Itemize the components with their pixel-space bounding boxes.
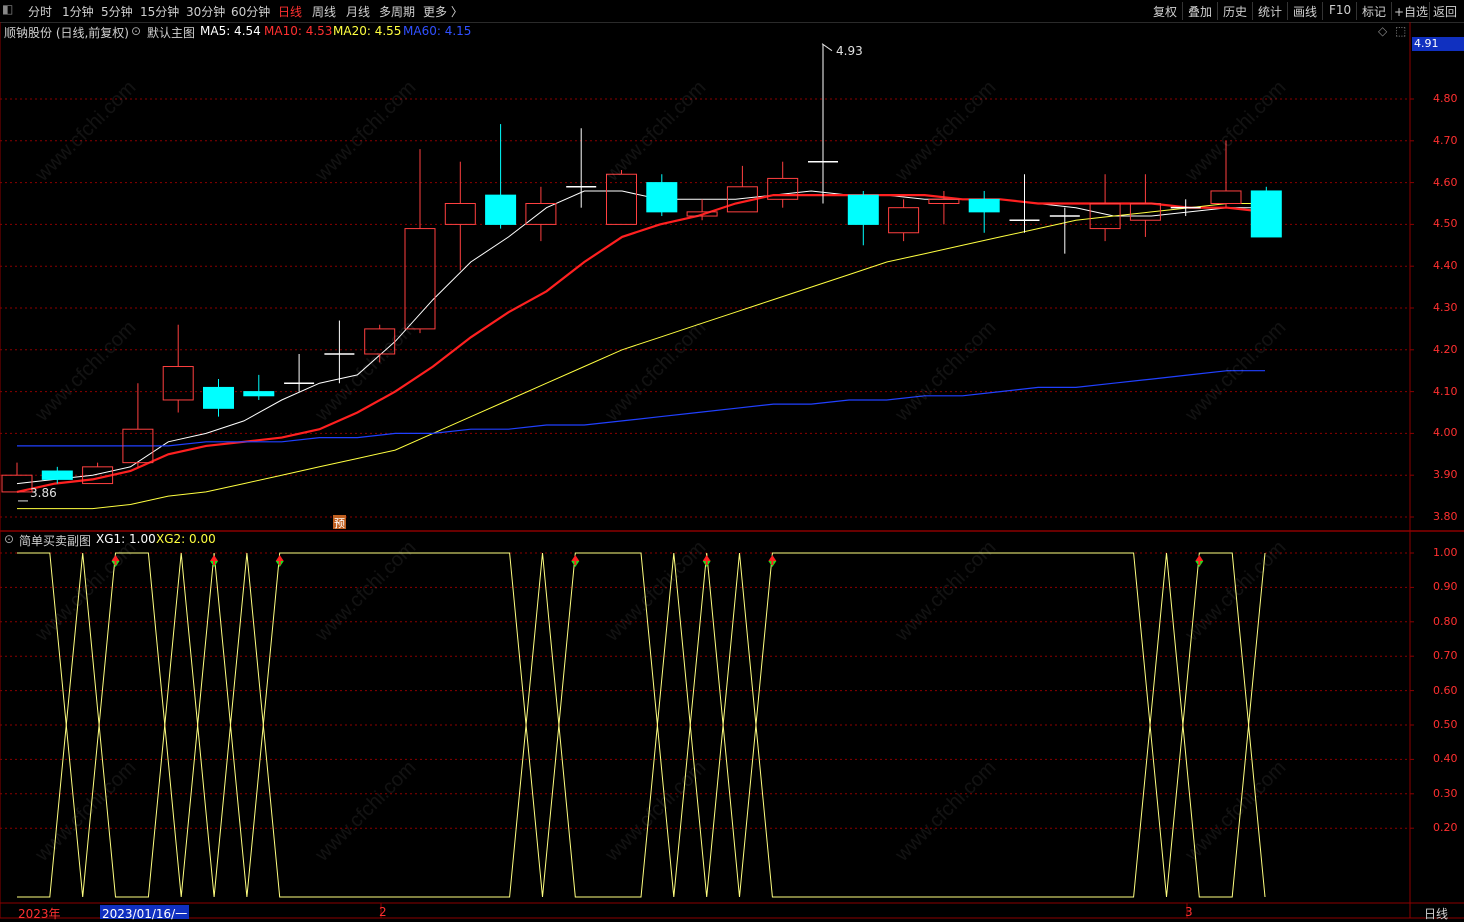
ma10-label: MA10: 4.53 (264, 24, 333, 38)
candle-body (968, 198, 1000, 213)
candle-body (847, 194, 879, 225)
buy-arrow (702, 555, 711, 565)
candle (1250, 186, 1282, 238)
sub-tick-label: 0.40 (1433, 752, 1458, 766)
candle-body (485, 194, 517, 225)
xg2-label: XG2: 0.00 (156, 532, 216, 546)
chart-name[interactable]: 默认主图 (147, 24, 195, 41)
candle (606, 170, 637, 225)
price-tick-label: 4.00 (1433, 426, 1458, 440)
candle-body (606, 173, 637, 225)
candle-body (928, 198, 960, 205)
grid-layer (0, 22, 1464, 919)
candle (203, 379, 234, 417)
candle-body (525, 203, 557, 225)
candle-body (1250, 190, 1282, 238)
candle (1129, 174, 1161, 237)
candle (364, 324, 396, 363)
buy-arrow (275, 555, 284, 565)
price-tick-label: 4.30 (1433, 301, 1458, 314)
current-price-tag: 4.91 (1412, 37, 1464, 51)
price-tick-label: 4.70 (1433, 133, 1458, 147)
price-tick-label: 4.40 (1433, 259, 1458, 273)
ma20-line (17, 203, 1265, 510)
candle (1049, 207, 1080, 254)
sub-tick-label: 0.30 (1433, 786, 1458, 800)
candle (968, 190, 1000, 233)
ma5-line (16, 190, 1265, 485)
diamond-icon[interactable]: ◇ (1378, 24, 1387, 38)
candle (324, 320, 355, 384)
candle (1, 462, 33, 493)
sub-tick-label: 0.90 (1433, 580, 1458, 594)
price-tick-label: 4.60 (1433, 175, 1458, 189)
candle (767, 161, 799, 208)
buy-arrow (571, 555, 580, 565)
sub-tick-label: 1.00 (1433, 546, 1458, 559)
candle-body (646, 182, 678, 213)
ma20-label: MA20: 4.55 (333, 24, 402, 38)
month-label: 3 (1185, 905, 1193, 919)
sub-tick-label: 0.80 (1433, 614, 1458, 628)
candle-body (888, 207, 920, 234)
candle (566, 128, 597, 208)
candle (404, 149, 436, 334)
candle-body (243, 391, 275, 397)
candle (525, 186, 557, 242)
candle (808, 44, 838, 204)
sub-tick-label: 0.20 (1433, 821, 1458, 835)
buy-arrow (1195, 555, 1204, 565)
candle (888, 199, 920, 242)
candle-body (1210, 190, 1242, 205)
low-price-label: 3.86 (30, 486, 57, 500)
candle-body (162, 366, 194, 401)
year-label: 2023年 (18, 907, 61, 921)
price-tick-label: 3.80 (1433, 510, 1458, 523)
price-tick-label: 4.20 (1433, 342, 1458, 356)
indicator-menu-icon[interactable]: ⊙ (4, 532, 14, 546)
candle (1210, 140, 1242, 208)
candle (243, 374, 275, 400)
signal-arrows (18, 43, 1204, 567)
candle-body (41, 470, 73, 480)
period-indicator: 日线 (1424, 907, 1449, 921)
window-icon[interactable]: ⬚ (1395, 24, 1406, 38)
high-price-label: 4.93 (836, 44, 863, 58)
candle (847, 190, 879, 246)
sub-tick-label: 0.60 (1433, 683, 1458, 697)
price-tick-label: 4.10 (1433, 384, 1458, 398)
sub-tick-label: 0.50 (1433, 718, 1458, 731)
candle (444, 161, 476, 271)
cursor-date-tag: 2023/01/16/一 (100, 905, 190, 921)
candles (1, 44, 1282, 493)
price-tick-label: 3.90 (1433, 468, 1458, 482)
xg1-label: XG1: 1.00 (96, 532, 156, 546)
candle-body (203, 386, 234, 409)
buy-arrow (111, 555, 120, 565)
candle (284, 353, 315, 392)
ma60-label: MA60: 4.15 (403, 24, 472, 38)
price-tick-label: 4.50 (1433, 217, 1458, 231)
candle (1089, 174, 1121, 242)
buy-arrow (210, 555, 219, 565)
chart-menu-icon[interactable]: ⊙ (131, 24, 141, 38)
indicator-name[interactable]: 简单买卖副图 (19, 532, 91, 549)
ma5-label: MA5: 4.54 (200, 24, 261, 38)
kline-chart[interactable] (0, 0, 1464, 922)
candle (122, 383, 154, 467)
candle (162, 324, 194, 413)
stock-title: 顺钠股份 (日线,前复权) (4, 26, 129, 40)
forecast-marker: 预 (333, 515, 346, 530)
price-tick-label: 4.80 (1433, 92, 1458, 105)
month-label: 2 (379, 905, 387, 919)
sub-tick-label: 0.70 (1433, 649, 1458, 663)
candle (646, 174, 678, 217)
candle (485, 124, 517, 229)
buy-arrow (768, 555, 777, 565)
candle-body (444, 203, 476, 225)
